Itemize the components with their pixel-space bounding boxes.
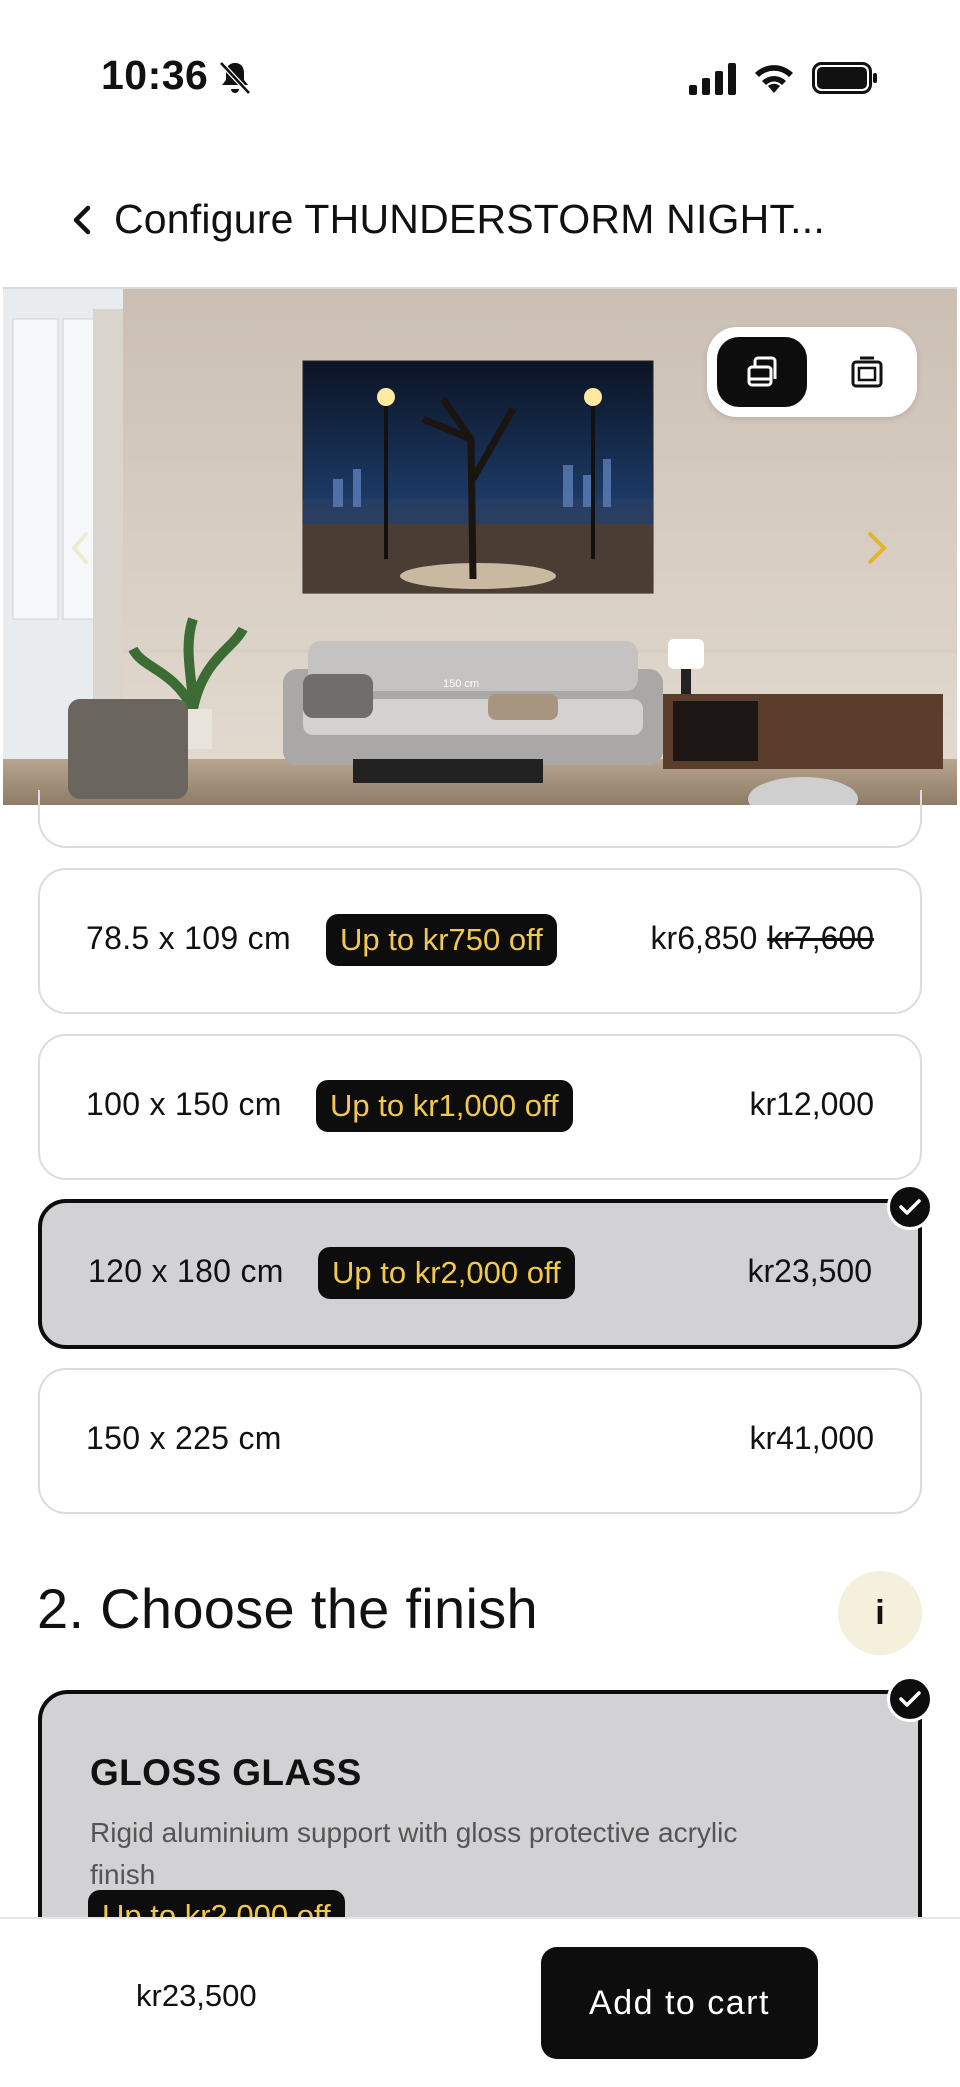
status-time: 10:36 bbox=[101, 52, 209, 98]
chevron-left-icon[interactable] bbox=[68, 528, 92, 568]
chevron-left-icon[interactable] bbox=[68, 200, 96, 240]
finish-description: Rigid aluminium support with gloss prote… bbox=[90, 1817, 738, 1890]
frame-view-button[interactable] bbox=[827, 337, 907, 407]
current-price: kr6,850 bbox=[650, 920, 758, 956]
size-option-selected[interactable]: 120 x 180 cm Up to kr2,000 off kr23,500 bbox=[38, 1199, 922, 1349]
info-button[interactable]: i bbox=[838, 1571, 922, 1655]
original-price: kr7,600 bbox=[767, 920, 874, 956]
finish-name: GLOSS GLASS bbox=[90, 1752, 362, 1793]
total-price: kr23,500 bbox=[136, 1978, 257, 2013]
discount-badge: Up to kr2,000 off bbox=[318, 1247, 575, 1299]
size-label: 78.5 x 109 cm bbox=[86, 920, 291, 956]
size-option[interactable]: 150 x 225 cm kr41,000 bbox=[38, 1368, 922, 1514]
status-bar: 10:36 bbox=[0, 0, 960, 150]
bell-slash-icon bbox=[219, 61, 251, 95]
page-title: Configure THUNDERSTORM NIGHT... bbox=[114, 196, 825, 242]
size-option[interactable]: 78.5 x 109 cm Up to kr750 off kr6,850 kr7… bbox=[38, 868, 922, 1014]
checkmark-icon bbox=[887, 1676, 933, 1722]
discount-badge: Up to kr750 off bbox=[326, 914, 557, 966]
signal-icon bbox=[689, 63, 736, 95]
wifi-icon bbox=[755, 65, 793, 93]
size-price: kr41,000 bbox=[749, 1420, 874, 1456]
size-label: 120 x 180 cm bbox=[88, 1253, 284, 1289]
size-price: kr12,000 bbox=[749, 1086, 874, 1122]
discount-badge: Up to kr1,000 off bbox=[316, 1080, 573, 1132]
frame-view-icon bbox=[851, 356, 883, 388]
room-view-icon bbox=[747, 356, 777, 387]
room-view-button[interactable] bbox=[717, 337, 807, 407]
size-label: 100 x 150 cm bbox=[86, 1086, 282, 1122]
size-option[interactable]: 100 x 150 cm Up to kr1,000 off kr12,000 bbox=[38, 1034, 922, 1180]
view-toggle bbox=[707, 327, 917, 417]
size-label: 150 x 225 cm bbox=[86, 1420, 282, 1456]
svg-text:150 cm: 150 cm bbox=[443, 678, 479, 690]
add-to-cart-button[interactable]: Add to cart bbox=[541, 1947, 818, 2059]
chevron-right-icon[interactable] bbox=[862, 528, 892, 568]
section-title-finish: 2. Choose the finish bbox=[37, 1577, 538, 1640]
checkmark-icon bbox=[887, 1184, 933, 1230]
size-option-partial[interactable] bbox=[38, 790, 922, 848]
size-price: kr23,500 bbox=[747, 1253, 872, 1289]
size-price: kr6,850 kr7,600 bbox=[651, 920, 874, 957]
battery-icon bbox=[812, 62, 877, 94]
